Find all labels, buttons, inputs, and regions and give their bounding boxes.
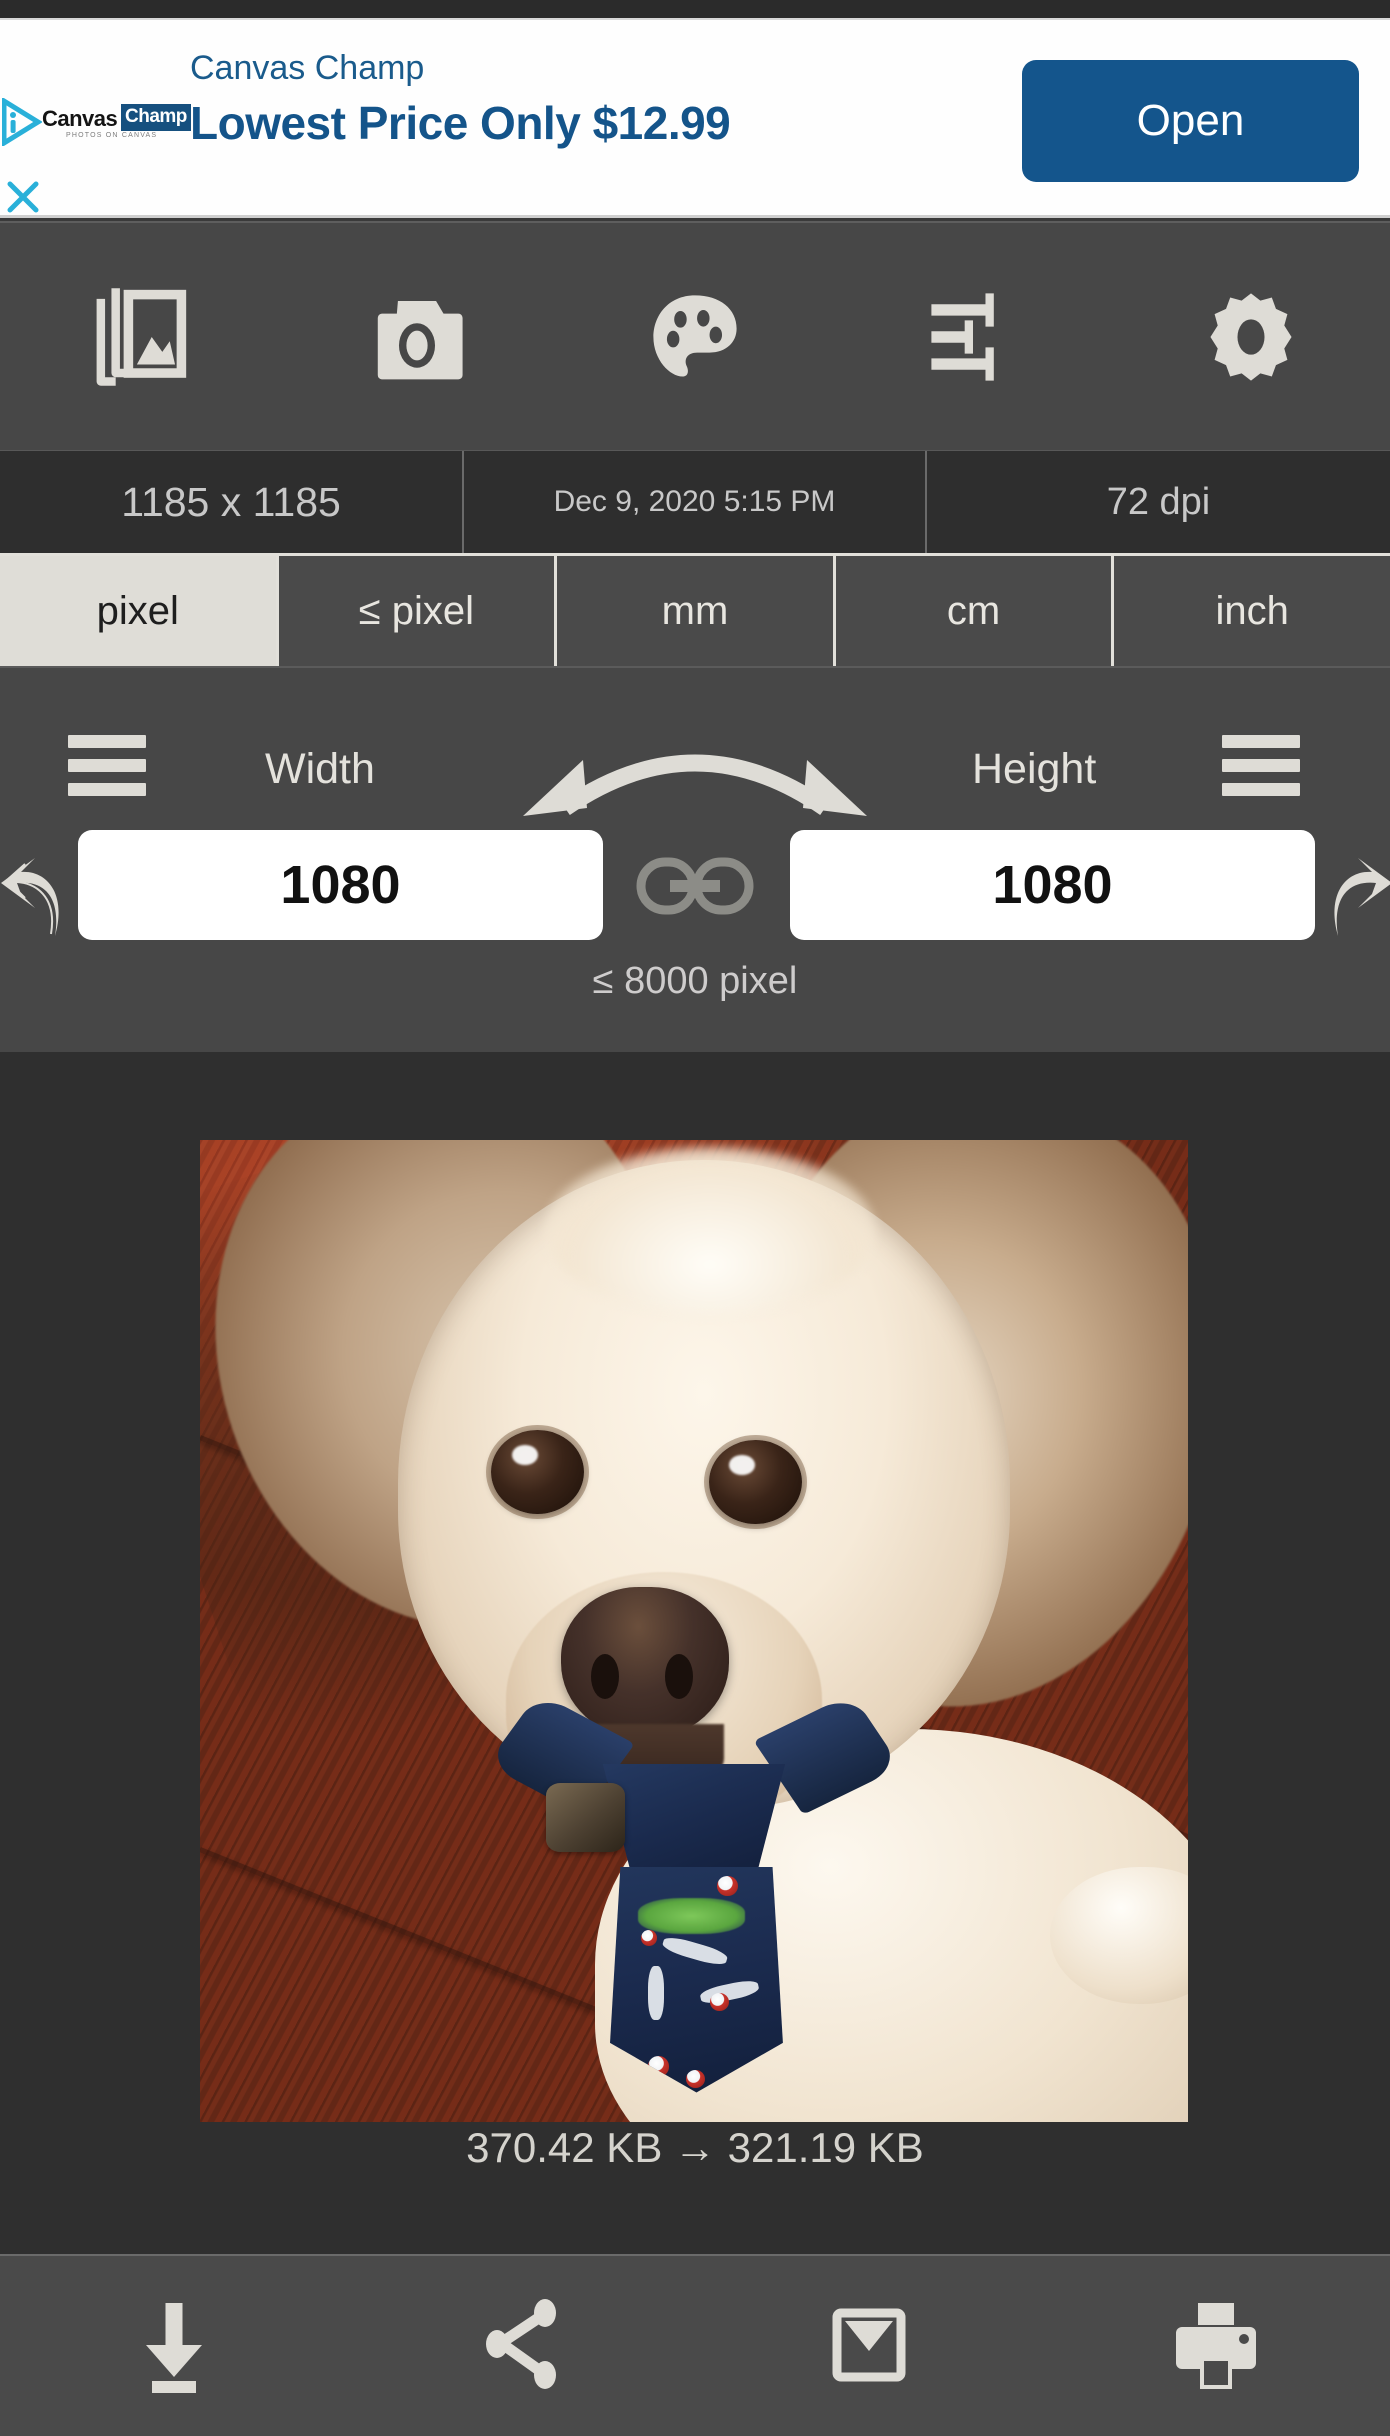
redo-arrow-icon[interactable] <box>1320 850 1390 940</box>
width-label: Width <box>265 745 375 793</box>
print-icon <box>1166 2295 1266 2398</box>
bottom-toolbar <box>0 2254 1390 2436</box>
unit-tab-mm[interactable]: mm <box>554 556 833 666</box>
image-info-bar: 1185 x 1185 Dec 9, 2020 5:15 PM 72 dpi <box>0 450 1390 554</box>
advertisement-banner[interactable]: Canvas Champ PHOTOS ON CANVAS Canvas Cha… <box>0 18 1390 218</box>
save-button[interactable] <box>0 2255 348 2436</box>
ad-advertiser-name: Canvas Champ <box>190 49 425 87</box>
swap-arrows-icon[interactable] <box>505 712 885 822</box>
width-input[interactable]: 1080 <box>78 830 603 940</box>
image-dimensions: 1185 x 1185 <box>121 478 341 525</box>
share-icon <box>471 2295 571 2398</box>
camera-icon <box>364 284 470 390</box>
palette-icon <box>643 285 747 389</box>
gear-icon <box>1199 285 1303 389</box>
gallery-button[interactable] <box>0 222 278 451</box>
image-preview[interactable] <box>200 1140 1188 2122</box>
dog-subject <box>200 1140 1188 2122</box>
ad-open-button[interactable]: Open <box>1022 60 1359 182</box>
camera-button[interactable] <box>278 222 556 451</box>
ad-copy: Canvas Champ Lowest Price Only $12.99 <box>190 48 910 150</box>
adchoices-triangle-icon[interactable] <box>1 96 43 148</box>
image-preview-area: 370.42 KB → 321.19 KB <box>0 1052 1390 2254</box>
file-size-comparison: 370.42 KB → 321.19 KB <box>466 2124 924 2171</box>
adjust-button[interactable] <box>834 222 1112 451</box>
settings-button[interactable] <box>1112 222 1390 451</box>
advertiser-logo: Canvas Champ PHOTOS ON CANVAS <box>42 100 191 148</box>
max-size-note: ≤ 8000 pixel <box>592 960 798 1002</box>
close-x-icon[interactable] <box>6 180 40 214</box>
adjust-sliders-icon <box>921 285 1025 389</box>
unit-tab-bar: pixel ≤ pixel mm cm inch <box>0 553 1390 666</box>
height-label: Height <box>972 745 1097 793</box>
logo-text-champ: Champ <box>121 104 191 131</box>
download-icon <box>124 2295 224 2398</box>
logo-text-canvas: Canvas <box>42 106 118 131</box>
email-icon <box>819 2295 919 2398</box>
unit-tab-inch[interactable]: inch <box>1111 556 1390 666</box>
unit-tab-cm[interactable]: cm <box>832 556 1112 666</box>
gallery-icon <box>86 284 192 390</box>
height-presets-menu-icon[interactable] <box>1222 735 1300 797</box>
email-button[interactable] <box>695 2255 1043 2436</box>
share-button[interactable] <box>348 2255 696 2436</box>
collar-tag <box>545 1783 625 1852</box>
dog-nose <box>560 1586 729 1739</box>
image-date: Dec 9, 2020 5:15 PM <box>462 450 927 554</box>
app-window: Canvas Champ PHOTOS ON CANVAS Canvas Cha… <box>0 0 1390 2436</box>
print-button[interactable] <box>1043 2255 1390 2436</box>
unit-tab-max-pixel[interactable]: ≤ pixel <box>275 556 555 666</box>
ad-headline: Lowest Price Only $12.99 <box>190 96 731 149</box>
top-toolbar <box>0 221 1390 450</box>
logo-tagline: PHOTOS ON CANVAS <box>66 132 158 139</box>
dog-eye-right <box>708 1439 802 1524</box>
image-dpi: 72 dpi <box>1106 480 1211 523</box>
status-bar <box>0 0 1390 18</box>
chain-link-icon[interactable] <box>636 855 754 917</box>
dog-eye-left <box>491 1429 585 1515</box>
undo-arrow-icon[interactable] <box>0 850 73 940</box>
unit-tab-pixel[interactable]: pixel <box>0 556 276 666</box>
width-presets-menu-icon[interactable] <box>68 735 146 797</box>
palette-button[interactable] <box>556 222 834 451</box>
ad-controls <box>0 20 43 220</box>
height-input[interactable]: 1080 <box>790 830 1315 940</box>
